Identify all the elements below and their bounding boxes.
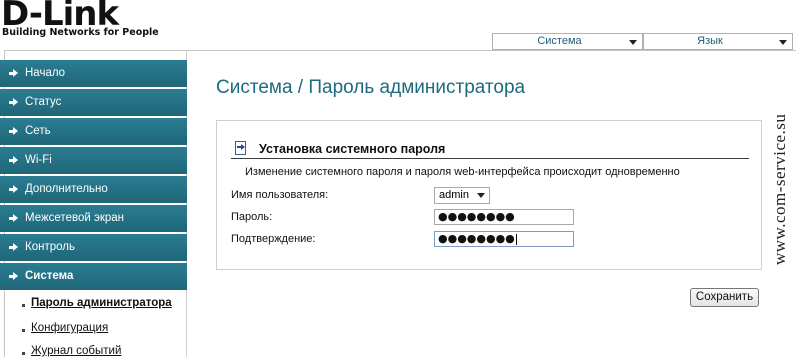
password-panel: Установка системного пароля Изменение си… (216, 120, 762, 270)
arrow-right-icon (9, 127, 18, 136)
arrow-right-icon (9, 214, 18, 223)
sidebar-item-system[interactable]: Система (0, 263, 187, 290)
confirm-value: ●●●●●●●● (438, 232, 515, 245)
sidebar-item-network[interactable]: Сеть (0, 118, 187, 145)
subitem-admin-password[interactable]: Пароль администратора (0, 297, 187, 313)
language-select-label: Язык (697, 35, 723, 47)
bullet-icon (22, 329, 25, 332)
confirm-label: Подтверждение: (231, 233, 316, 245)
confirm-password-field[interactable]: ●●●●●●●● (434, 231, 574, 247)
sidebar-nav: Начало Статус Сеть Wi-Fi Дополнительно М… (0, 60, 187, 292)
arrow-right-icon (9, 156, 18, 165)
save-button[interactable]: Сохранить (690, 288, 759, 307)
password-label: Пароль: (231, 211, 273, 223)
bullet-icon (22, 352, 25, 355)
sidebar-item-label: Система (25, 270, 74, 282)
sidebar-item-control[interactable]: Контроль (0, 234, 187, 261)
subitem-label: Пароль администратора (31, 297, 172, 309)
sidebar-item-label: Статус (25, 96, 62, 108)
arrow-right-icon (9, 185, 18, 194)
chevron-down-icon (629, 40, 637, 45)
page-title: Система / Пароль администратора (216, 77, 526, 98)
chevron-down-icon (779, 40, 787, 45)
chevron-down-icon (477, 193, 485, 198)
username-label: Имя пользователя: (231, 189, 329, 201)
subitem-label: Журнал событий (31, 345, 122, 357)
sidebar-item-advanced[interactable]: Дополнительно (0, 176, 187, 203)
document-arrow-icon (235, 141, 248, 157)
username-select[interactable]: admin (434, 187, 490, 204)
panel-title: Установка системного пароля (259, 142, 446, 156)
watermark: www.com-service.su (770, 113, 789, 265)
system-select[interactable]: Система (492, 33, 643, 50)
sidebar-item-label: Контроль (25, 241, 75, 253)
subitem-event-log[interactable]: Журнал событий (0, 345, 187, 357)
username-value: admin (439, 189, 469, 201)
bullet-icon (22, 304, 25, 307)
sidebar-item-label: Wi-Fi (25, 154, 52, 166)
text-caret (515, 233, 517, 245)
panel-description: Изменение системного пароля и пароля web… (245, 166, 680, 178)
top-selects: Система Язык (492, 33, 796, 50)
sidebar-item-wifi[interactable]: Wi-Fi (0, 147, 187, 174)
sidebar-item-label: Дополнительно (25, 183, 108, 195)
password-value: ●●●●●●●● (438, 210, 515, 223)
subitem-label: Конфигурация (31, 322, 109, 334)
arrow-right-icon (9, 69, 18, 78)
arrow-right-icon (9, 243, 18, 252)
sidebar-item-label: Начало (25, 67, 66, 79)
sidebar-item-status[interactable]: Статус (0, 89, 187, 116)
arrow-right-icon (9, 272, 18, 281)
brand-tagline: Building Networks for People (2, 27, 159, 38)
panel-divider (231, 158, 749, 159)
sidebar-item-label: Межсетевой экран (25, 212, 125, 224)
language-select[interactable]: Язык (643, 33, 793, 50)
sidebar-item-label: Сеть (25, 125, 51, 137)
sidebar-item-firewall[interactable]: Межсетевой экран (0, 205, 187, 232)
arrow-right-icon (9, 98, 18, 107)
password-field[interactable]: ●●●●●●●● (434, 209, 574, 225)
sidebar-item-home[interactable]: Начало (0, 60, 187, 87)
system-select-label: Система (537, 35, 582, 47)
dlink-logo: D-Link Building Networks for People (0, 0, 200, 42)
subitem-configuration[interactable]: Конфигурация (0, 322, 187, 338)
